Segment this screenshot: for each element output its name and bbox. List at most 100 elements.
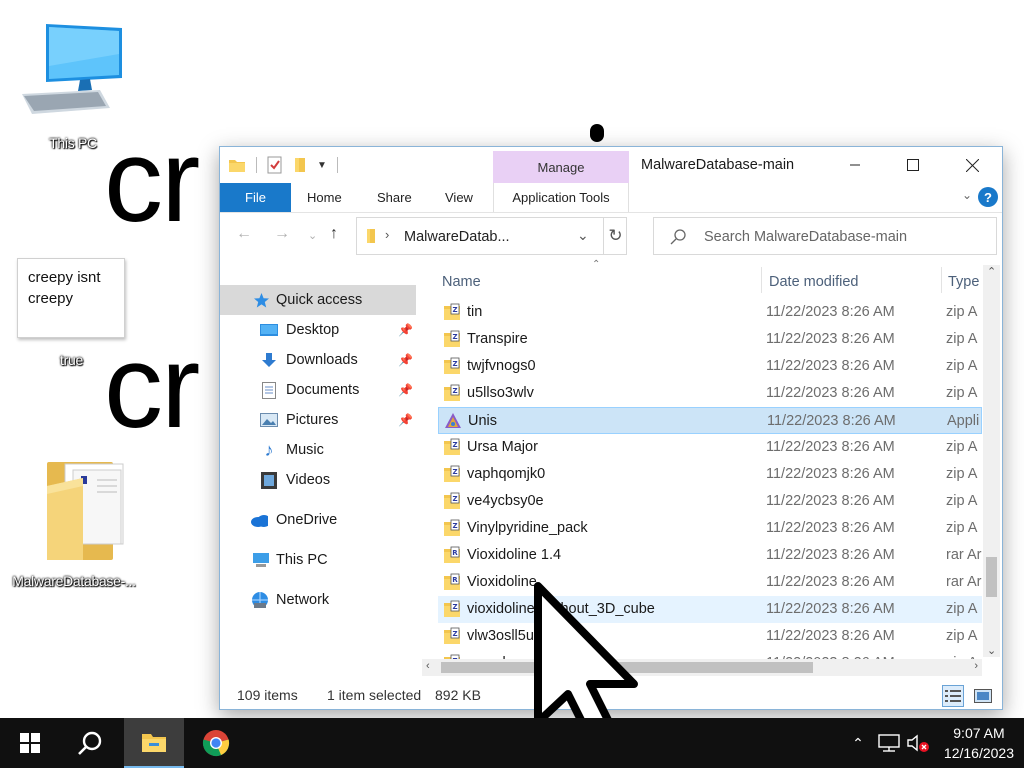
file-row[interactable]: Z Transpire 11/22/2023 8:26 AM zip A — [438, 326, 982, 353]
nav-label: Videos — [286, 472, 331, 488]
nav-item-this-pc[interactable]: This PC — [220, 545, 416, 575]
column-header-type[interactable]: Type — [948, 269, 979, 295]
nav-item-quick-access[interactable]: Quick access — [220, 285, 416, 315]
file-row[interactable]: Zvlw3osll5u 11/22/2023 8:26 AM zip A — [438, 623, 982, 650]
taskbar-file-explorer[interactable] — [124, 718, 184, 768]
file-name: Vioxidoline 1.4 — [467, 547, 562, 563]
file-row[interactable]: Zu5llso3wlv 11/22/2023 8:26 AM zip A — [438, 380, 982, 407]
search-input[interactable]: Search MalwareDatabase-main — [704, 229, 907, 245]
scroll-right-icon[interactable]: › — [974, 660, 978, 672]
up-icon[interactable]: ↑ — [330, 225, 338, 243]
file-date-modified: 11/22/2023 8:26 AM — [766, 358, 895, 374]
minimize-icon — [850, 164, 860, 166]
refresh-icon: ↻ — [608, 226, 623, 245]
folder-icon[interactable] — [228, 157, 246, 173]
chevron-down-icon[interactable]: ▼ — [317, 160, 327, 171]
column-divider[interactable] — [941, 267, 942, 293]
start-button[interactable] — [0, 718, 60, 768]
nav-item-music[interactable]: ♪ Music — [220, 435, 416, 465]
item-count: 109 items — [237, 687, 298, 703]
file-name: Unis — [468, 413, 498, 429]
column-divider[interactable] — [761, 267, 762, 293]
navigation-pane: Quick access Desktop 📌 Downloads 📌 Docum… — [220, 259, 428, 671]
nav-item-videos[interactable]: Videos — [220, 465, 416, 495]
tab-share[interactable]: Share — [377, 183, 412, 212]
show-hidden-icons-button[interactable]: ⌃ — [846, 718, 870, 768]
file-row[interactable]: R Vioxidoline 1.4 11/22/2023 8:26 AM rar Ar — [438, 542, 982, 569]
file-row[interactable]: Unis 11/22/2023 8:26 AM Appli — [438, 407, 982, 434]
file-row[interactable]: R Vioxidoline 11/22/2023 8:26 AM rar Ar — [438, 569, 982, 596]
nav-item-desktop[interactable]: Desktop 📌 — [220, 315, 416, 345]
large-icons-view-button[interactable] — [972, 685, 994, 707]
tab-view[interactable]: View — [445, 183, 473, 212]
file-row[interactable]: Ztin 11/22/2023 8:26 AM zip A — [438, 299, 982, 326]
network-tray-button[interactable] — [876, 718, 902, 768]
help-icon[interactable]: ? — [978, 187, 998, 207]
file-row[interactable]: Zvaphqomjk0 11/22/2023 8:26 AM zip A — [438, 461, 982, 488]
nav-label: This PC — [276, 552, 328, 568]
volume-muted-icon — [907, 734, 929, 752]
taskbar-chrome[interactable] — [186, 718, 246, 768]
address-bar[interactable]: › MalwareDatab... ⌄ ↻ — [356, 217, 627, 255]
rar-archive-icon: R — [443, 573, 461, 591]
pin-icon[interactable]: 📌 — [398, 353, 413, 367]
scroll-left-icon[interactable]: ‹ — [426, 660, 430, 672]
expand-ribbon-icon[interactable]: ⌄ — [962, 188, 972, 202]
new-folder-icon[interactable] — [293, 156, 307, 174]
background-dot — [590, 124, 604, 142]
file-row[interactable]: Ztwjfvnogs0 11/22/2023 8:26 AM zip A — [438, 353, 982, 380]
nav-item-downloads[interactable]: Downloads 📌 — [220, 345, 416, 375]
chevron-down-icon[interactable]: ⌄ — [577, 227, 589, 244]
vertical-scroll-thumb[interactable] — [986, 557, 997, 597]
minimize-button[interactable] — [832, 147, 878, 183]
back-icon[interactable]: ← — [236, 225, 252, 243]
tab-application-tools[interactable]: Application Tools — [493, 183, 629, 212]
nav-label: Network — [276, 592, 330, 608]
scroll-down-icon[interactable]: ⌄ — [987, 644, 996, 657]
maximize-button[interactable] — [890, 147, 936, 183]
file-date-modified: 11/22/2023 8:26 AM — [766, 466, 895, 482]
vertical-scrollbar[interactable]: ⌃ ⌄ — [983, 265, 1000, 657]
nav-label: Desktop — [286, 322, 340, 338]
nav-item-onedrive[interactable]: OneDrive — [220, 505, 416, 535]
close-button[interactable] — [949, 147, 995, 183]
column-header-name[interactable]: Name — [442, 269, 481, 295]
title-bar[interactable]: ▼ Manage MalwareDatabase-main — [220, 147, 1002, 183]
volume-tray-button[interactable] — [904, 718, 932, 768]
details-view-button[interactable] — [942, 685, 964, 707]
sticky-note[interactable]: creepy isnt creepy — [17, 258, 125, 338]
file-date-modified: 11/22/2023 8:26 AM — [766, 547, 895, 563]
zip-archive-icon: Z — [443, 519, 461, 537]
search-button[interactable] — [60, 718, 120, 768]
desktop-icon-malware-folder[interactable]: MalwareDatabase-... — [8, 456, 140, 589]
file-row[interactable]: Z Ursa Major 11/22/2023 8:26 AM zip A — [438, 434, 982, 461]
nav-item-documents[interactable]: Documents 📌 — [220, 375, 416, 405]
pin-icon[interactable]: 📌 — [398, 323, 413, 337]
horizontal-scrollbar[interactable]: ‹ › — [422, 659, 982, 676]
nav-item-pictures[interactable]: Pictures 📌 — [220, 405, 416, 435]
nav-item-network[interactable]: Network — [220, 585, 416, 615]
column-header-date-modified[interactable]: Date modified — [769, 269, 858, 295]
recent-locations-icon[interactable]: ⌄ — [308, 229, 317, 242]
file-row[interactable]: Z Vinylpyridine_pack 11/22/2023 8:26 AM zip… — [438, 515, 982, 542]
svg-text:Z: Z — [452, 630, 457, 638]
nav-label: Documents — [286, 382, 360, 398]
tab-manage[interactable]: Manage — [493, 151, 629, 183]
forward-icon[interactable]: → — [274, 225, 290, 243]
quick-access-toolbar: ▼ — [228, 153, 338, 177]
scroll-up-icon[interactable]: ⌃ — [987, 265, 996, 278]
clock[interactable]: 9:07 AM 12/16/2023 — [944, 723, 1014, 763]
desktop-icon-this-pc[interactable]: This PC — [18, 16, 128, 151]
selection-count: 1 item selected — [327, 687, 422, 703]
pin-icon[interactable]: 📌 — [398, 383, 413, 397]
search-box[interactable]: Search MalwareDatabase-main — [653, 217, 997, 255]
tab-file[interactable]: File — [220, 183, 291, 212]
tab-home[interactable]: Home — [307, 183, 342, 212]
file-date-modified: 11/22/2023 8:26 AM — [766, 520, 895, 536]
refresh-button[interactable]: ↻ — [603, 218, 627, 254]
properties-icon[interactable] — [267, 156, 283, 174]
file-row[interactable]: Zve4ycbsy0e 11/22/2023 8:26 AM zip A — [438, 488, 982, 515]
pin-icon[interactable]: 📌 — [398, 413, 413, 427]
file-date-modified: 11/22/2023 8:26 AM — [766, 331, 895, 347]
file-row[interactable]: Zvioxidoline_without_3D_cube11/22/2023 8… — [438, 596, 982, 623]
